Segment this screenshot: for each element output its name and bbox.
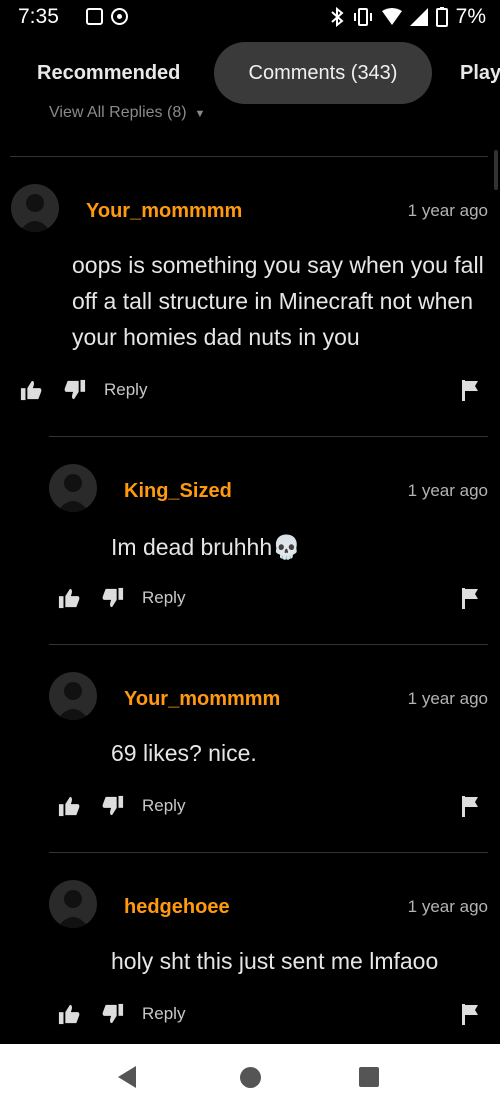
reply-item: hedgehoee 1 year ago holy sht this just … (0, 852, 500, 1044)
thumbs-down-icon[interactable] (102, 795, 124, 817)
avatar[interactable] (49, 672, 97, 720)
flag-icon[interactable] (460, 587, 480, 609)
tab-play[interactable]: Play (460, 42, 500, 104)
flag-icon[interactable] (460, 1003, 480, 1025)
view-all-replies-label: View All Replies (8) (49, 104, 187, 121)
thumbs-up-icon[interactable] (58, 587, 80, 609)
signal-icon (409, 8, 428, 26)
status-time: 7:35 (18, 5, 59, 28)
status-icons: 7% (330, 5, 486, 29)
comment-username[interactable]: hedgehoee (124, 896, 230, 919)
chevron-down-icon: ▼ (194, 108, 206, 120)
comment-text: holy sht this just sent me lmfaoo (111, 948, 439, 974)
tab-recommended[interactable]: Recommended (37, 42, 180, 104)
comment-text: oops is something you say when you fall … (72, 252, 484, 350)
thumbs-down-icon[interactable] (102, 587, 124, 609)
avatar[interactable] (11, 184, 59, 232)
flag-icon[interactable] (460, 795, 480, 817)
tab-bar: Recommended Comments (343) Play (0, 34, 500, 112)
comment-time: 1 year ago (407, 201, 488, 220)
thumbs-up-icon[interactable] (58, 795, 80, 817)
wifi-icon (381, 8, 402, 25)
battery-icon (435, 7, 448, 27)
back-icon[interactable] (118, 1066, 136, 1088)
comment-item: Your_mommmm 1 year ago oops is something… (0, 156, 500, 436)
status-bar: 7:35 7% (0, 0, 500, 34)
comment-time: 1 year ago (407, 897, 488, 916)
system-nav-bar (0, 1044, 500, 1112)
battery-level: 7% (455, 5, 486, 28)
view-all-replies-button[interactable]: View All Replies (8) ▼ (49, 104, 205, 122)
comment-username[interactable]: Your_mommmm (124, 688, 280, 711)
avatar[interactable] (49, 464, 97, 512)
thumbs-down-icon[interactable] (102, 1003, 124, 1025)
tab-comments[interactable]: Comments (343) (214, 42, 432, 104)
comment-username[interactable]: King_Sized (124, 480, 232, 503)
thumbs-up-icon[interactable] (58, 1003, 80, 1025)
comment-time: 1 year ago (407, 481, 488, 500)
comment-actions: Reply (58, 792, 185, 820)
comment-text: Im dead bruhhh💀 (111, 534, 301, 560)
vibrate-icon (353, 8, 372, 26)
comment-actions: Reply (58, 584, 185, 612)
flag-icon[interactable] (460, 379, 480, 401)
thumbs-down-icon[interactable] (64, 379, 86, 401)
thumbs-up-icon[interactable] (20, 379, 42, 401)
comment-time: 1 year ago (407, 689, 488, 708)
sync-icon (111, 8, 128, 25)
comment-text: 69 likes? nice. (111, 740, 257, 766)
reply-button[interactable]: Reply (142, 588, 185, 608)
reply-button[interactable]: Reply (142, 796, 185, 816)
avatar[interactable] (49, 880, 97, 928)
comment-username[interactable]: Your_mommmm (86, 200, 242, 223)
notification-icon (86, 8, 103, 25)
comment-actions: Reply (20, 376, 147, 404)
bluetooth-icon (330, 7, 344, 27)
reply-button[interactable]: Reply (142, 1004, 185, 1024)
home-icon[interactable] (240, 1067, 261, 1088)
recent-apps-icon[interactable] (359, 1067, 379, 1087)
reply-item: King_Sized 1 year ago Im dead bruhhh💀 Re… (0, 436, 500, 644)
comment-actions: Reply (58, 1000, 185, 1028)
reply-button[interactable]: Reply (104, 380, 147, 400)
reply-item: Your_mommmm 1 year ago 69 likes? nice. R… (0, 644, 500, 852)
